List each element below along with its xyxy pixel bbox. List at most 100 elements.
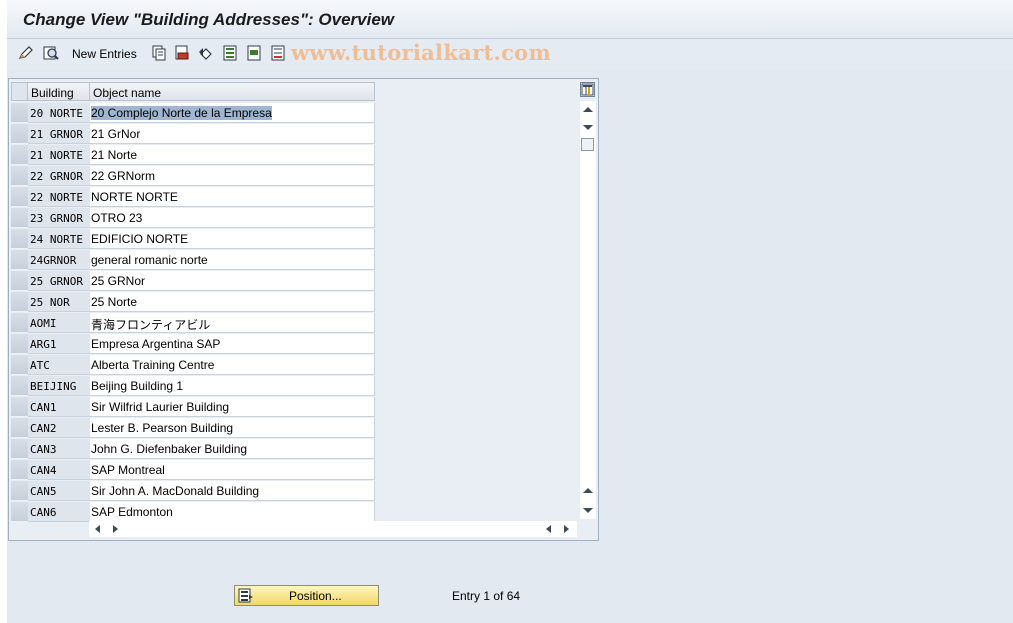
vertical-scrollbar[interactable] bbox=[580, 101, 596, 519]
object-name-cell[interactable]: SAP Edmonton bbox=[90, 502, 375, 522]
object-name-text: EDIFICIO NORTE bbox=[91, 232, 189, 246]
table-row[interactable]: CAN2 Lester B. Pearson Building bbox=[11, 418, 376, 439]
row-selector[interactable] bbox=[11, 229, 28, 249]
table-row[interactable]: 22 NORTE NORTE NORTE bbox=[11, 187, 376, 208]
object-name-cell[interactable]: 21 Norte bbox=[90, 145, 375, 165]
table-row[interactable]: 21 GRNOR 21 GrNor bbox=[11, 124, 376, 145]
object-name-text: 21 Norte bbox=[91, 148, 138, 162]
table-row[interactable]: CAN5 Sir John A. MacDonald Building bbox=[11, 481, 376, 502]
building-code-cell: 20 NORTE bbox=[28, 103, 90, 123]
object-name-text: 青海フロンティアビル bbox=[91, 318, 211, 332]
object-name-cell[interactable]: 20 Complejo Norte de la Empresa bbox=[90, 103, 375, 123]
table-row[interactable]: 24 NORTE EDIFICIO NORTE bbox=[11, 229, 376, 250]
deselect-all-icon[interactable] bbox=[269, 44, 287, 62]
scroll-right-icon[interactable] bbox=[113, 525, 118, 533]
table-row[interactable]: 21 NORTE 21 Norte bbox=[11, 145, 376, 166]
column-header-object-name[interactable]: Object name bbox=[90, 82, 375, 101]
watermark-text: www.tutorialkart.com bbox=[291, 40, 551, 65]
select-all-icon[interactable] bbox=[221, 44, 239, 62]
object-name-cell[interactable]: Sir John A. MacDonald Building bbox=[90, 481, 375, 501]
object-name-cell[interactable]: EDIFICIO NORTE bbox=[90, 229, 375, 249]
object-name-text: NORTE NORTE bbox=[91, 190, 178, 204]
object-name-text: Sir John A. MacDonald Building bbox=[91, 484, 260, 498]
scroll-down-icon[interactable] bbox=[583, 125, 593, 130]
row-selector[interactable] bbox=[11, 397, 28, 417]
delete-icon[interactable] bbox=[173, 44, 191, 62]
row-selector[interactable] bbox=[11, 502, 28, 522]
row-selector[interactable] bbox=[11, 439, 28, 459]
row-selector[interactable] bbox=[11, 208, 28, 228]
table-row[interactable]: CAN1 Sir Wilfrid Laurier Building bbox=[11, 397, 376, 418]
row-selector[interactable] bbox=[11, 145, 28, 165]
object-name-cell[interactable]: 21 GrNor bbox=[90, 124, 375, 144]
table-row[interactable]: 24GRNOR general romanic norte bbox=[11, 250, 376, 271]
building-code-cell: CAN2 bbox=[28, 418, 90, 438]
row-selector[interactable] bbox=[11, 418, 28, 438]
table-row[interactable]: BEIJING Beijing Building 1 bbox=[11, 376, 376, 397]
row-selector[interactable] bbox=[11, 376, 28, 396]
horizontal-scrollbar[interactable] bbox=[89, 521, 577, 537]
object-name-cell[interactable]: SAP Montreal bbox=[90, 460, 375, 480]
object-name-cell[interactable]: John G. Diefenbaker Building bbox=[90, 439, 375, 459]
row-selector[interactable] bbox=[11, 292, 28, 312]
row-selector[interactable] bbox=[11, 313, 28, 333]
row-selector[interactable] bbox=[11, 481, 28, 501]
object-name-text: Beijing Building 1 bbox=[91, 379, 184, 393]
table-row[interactable]: CAN4 SAP Montreal bbox=[11, 460, 376, 481]
table-control: Building Object name 20 NORTE 20 Complejo… bbox=[8, 78, 599, 541]
building-code-cell: CAN5 bbox=[28, 481, 90, 501]
select-block-icon[interactable] bbox=[245, 44, 263, 62]
object-name-cell[interactable]: Beijing Building 1 bbox=[90, 376, 375, 396]
object-name-cell[interactable]: NORTE NORTE bbox=[90, 187, 375, 207]
table-row[interactable]: CAN3 John G. Diefenbaker Building bbox=[11, 439, 376, 460]
table-row[interactable]: 22 GRNOR 22 GRNorm bbox=[11, 166, 376, 187]
row-selector[interactable] bbox=[11, 271, 28, 291]
table-row[interactable]: 23 GRNOR OTRO 23 bbox=[11, 208, 376, 229]
table-row[interactable]: AOMI 青海フロンティアビル bbox=[11, 313, 376, 334]
object-name-cell[interactable]: Empresa Argentina SAP bbox=[90, 334, 375, 354]
undo-icon[interactable] bbox=[197, 44, 215, 62]
building-code-cell: BEIJING bbox=[28, 376, 90, 396]
row-selector[interactable] bbox=[11, 355, 28, 375]
scroll-page-up-icon[interactable] bbox=[583, 488, 593, 493]
object-name-cell[interactable]: 22 GRNorm bbox=[90, 166, 375, 186]
position-button[interactable]: Position... bbox=[234, 585, 379, 606]
scroll-page-left-icon[interactable] bbox=[546, 525, 551, 533]
scroll-up-icon[interactable] bbox=[583, 107, 593, 112]
row-selector[interactable] bbox=[11, 460, 28, 480]
table-row[interactable]: 20 NORTE 20 Complejo Norte de la Empresa bbox=[11, 103, 376, 124]
display-icon[interactable] bbox=[42, 44, 60, 62]
scroll-page-right-icon[interactable] bbox=[564, 525, 569, 533]
object-name-cell[interactable]: general romanic norte bbox=[90, 250, 375, 270]
row-selector[interactable] bbox=[11, 124, 28, 144]
table-row[interactable]: 25 GRNOR 25 GRNor bbox=[11, 271, 376, 292]
column-header-building[interactable]: Building bbox=[28, 82, 90, 101]
select-all-rows-button[interactable] bbox=[11, 82, 28, 101]
table-settings-icon[interactable] bbox=[580, 82, 595, 97]
new-entries-button[interactable]: New Entries bbox=[72, 47, 137, 61]
scroll-thumb[interactable] bbox=[581, 138, 594, 151]
table-row[interactable]: ATC Alberta Training Centre bbox=[11, 355, 376, 376]
scroll-left-icon[interactable] bbox=[95, 525, 100, 533]
object-name-cell[interactable]: 25 Norte bbox=[90, 292, 375, 312]
table-row[interactable]: 25 NOR 25 Norte bbox=[11, 292, 376, 313]
object-name-text: 22 GRNorm bbox=[91, 169, 156, 183]
row-selector[interactable] bbox=[11, 166, 28, 186]
scroll-page-down-icon[interactable] bbox=[583, 508, 593, 513]
object-name-cell[interactable]: OTRO 23 bbox=[90, 208, 375, 228]
row-selector[interactable] bbox=[11, 103, 28, 123]
copy-icon[interactable] bbox=[150, 44, 168, 62]
table-row[interactable]: CAN6 SAP Edmonton bbox=[11, 502, 376, 523]
row-selector[interactable] bbox=[11, 334, 28, 354]
row-selector[interactable] bbox=[11, 187, 28, 207]
object-name-cell[interactable]: 25 GRNor bbox=[90, 271, 375, 291]
edit-icon[interactable] bbox=[17, 44, 35, 62]
object-name-cell[interactable]: Sir Wilfrid Laurier Building bbox=[90, 397, 375, 417]
object-name-text: 21 GrNor bbox=[91, 127, 141, 141]
object-name-text: SAP Edmonton bbox=[91, 505, 173, 519]
table-row[interactable]: ARG1 Empresa Argentina SAP bbox=[11, 334, 376, 355]
row-selector[interactable] bbox=[11, 250, 28, 270]
object-name-cell[interactable]: Lester B. Pearson Building bbox=[90, 418, 375, 438]
object-name-cell[interactable]: 青海フロンティアビル bbox=[90, 313, 375, 333]
object-name-cell[interactable]: Alberta Training Centre bbox=[90, 355, 375, 375]
